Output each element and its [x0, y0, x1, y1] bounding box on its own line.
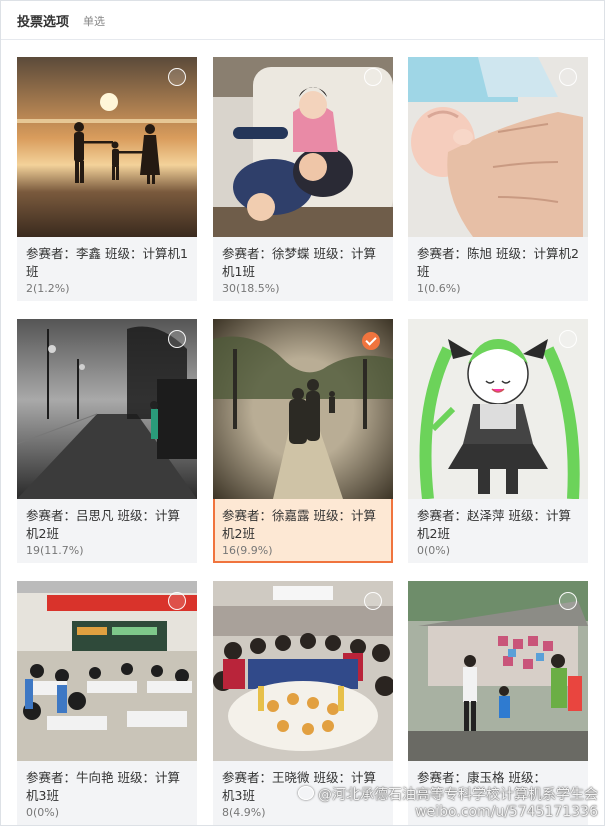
- contestant-label: 参赛者：陈旭 班级：计算机2班: [417, 246, 579, 279]
- vote-option-2[interactable]: 参赛者：徐梦蝶 班级：计算机1班 30(18.5%): [213, 57, 393, 301]
- option-radio[interactable]: [364, 68, 382, 86]
- option-radio[interactable]: [559, 330, 577, 348]
- option-radio[interactable]: [168, 592, 186, 610]
- vote-count: 16(9.9%): [222, 544, 273, 557]
- option-photo: [408, 581, 588, 761]
- watermark-url: weibo.com/u/5745171336: [415, 804, 598, 820]
- vote-count: 19(11.7%): [26, 544, 84, 557]
- contestant-label: 参赛者：李鑫 班级：计算机1班: [26, 246, 188, 279]
- contestant-label: 参赛者：赵泽萍 班级：计算机2班: [417, 508, 571, 541]
- vote-count: 0(0%): [26, 806, 60, 819]
- vote-option-5[interactable]: 参赛者：徐嘉露 班级：计算机2班 16(9.9%): [213, 319, 393, 563]
- option-photo: [408, 319, 588, 499]
- vote-option-3[interactable]: 参赛者：陈旭 班级：计算机2班 1(0.6%): [408, 57, 588, 301]
- watermark-account: @河北承德石油高等专科学校计算机系学生会: [318, 787, 598, 803]
- option-photo: [213, 57, 393, 237]
- option-radio[interactable]: [559, 68, 577, 86]
- option-photo: [17, 581, 197, 761]
- option-radio[interactable]: [168, 330, 186, 348]
- option-radio[interactable]: [559, 592, 577, 610]
- option-photo: [408, 57, 588, 237]
- vote-count: 30(18.5%): [222, 282, 280, 295]
- option-radio[interactable]: [364, 592, 382, 610]
- contestant-label: 参赛者：徐梦蝶 班级：计算机1班: [222, 246, 376, 279]
- vote-count: 1(0.6%): [417, 282, 461, 295]
- panel-title: 投票选项: [17, 15, 70, 30]
- contestant-label: 参赛者：吕思凡 班级：计算机2班: [26, 508, 180, 541]
- contestant-label: 参赛者：徐嘉露 班级：计算机2班: [222, 508, 376, 541]
- option-photo: [17, 57, 197, 237]
- weibo-logo-icon: [298, 786, 314, 800]
- option-photo: [213, 581, 393, 761]
- option-radio[interactable]: [168, 68, 186, 86]
- option-photo: [17, 319, 197, 499]
- weibo-watermark: @河北承德石油高等专科学校计算机系学生会 weibo.com/u/5745171…: [298, 786, 598, 821]
- vote-option-7[interactable]: 参赛者：牛向艳 班级：计算机3班 0(0%): [17, 581, 197, 825]
- vote-option-1[interactable]: 参赛者：李鑫 班级：计算机1班 2(1.2%): [17, 57, 197, 301]
- vote-count: 0(0%): [417, 544, 451, 557]
- vote-count: 2(1.2%): [26, 282, 70, 295]
- contestant-label: 参赛者：牛向艳 班级：计算机3班: [26, 770, 180, 803]
- vote-option-6[interactable]: 参赛者：赵泽萍 班级：计算机2班 0(0%): [408, 319, 588, 563]
- vote-option-4[interactable]: 参赛者：吕思凡 班级：计算机2班 19(11.7%): [17, 319, 197, 563]
- option-radio-checked[interactable]: [362, 332, 380, 350]
- panel-header: 投票选项 单选: [1, 1, 604, 40]
- selection-mode-label: 单选: [83, 15, 105, 28]
- contestant-label: 参赛者：康玉格 班级：: [417, 770, 546, 785]
- vote-panel: 投票选项 单选 参赛者：李鑫 班级：计算机1班 2(1.2%) 参赛者：徐梦蝶 …: [0, 0, 605, 826]
